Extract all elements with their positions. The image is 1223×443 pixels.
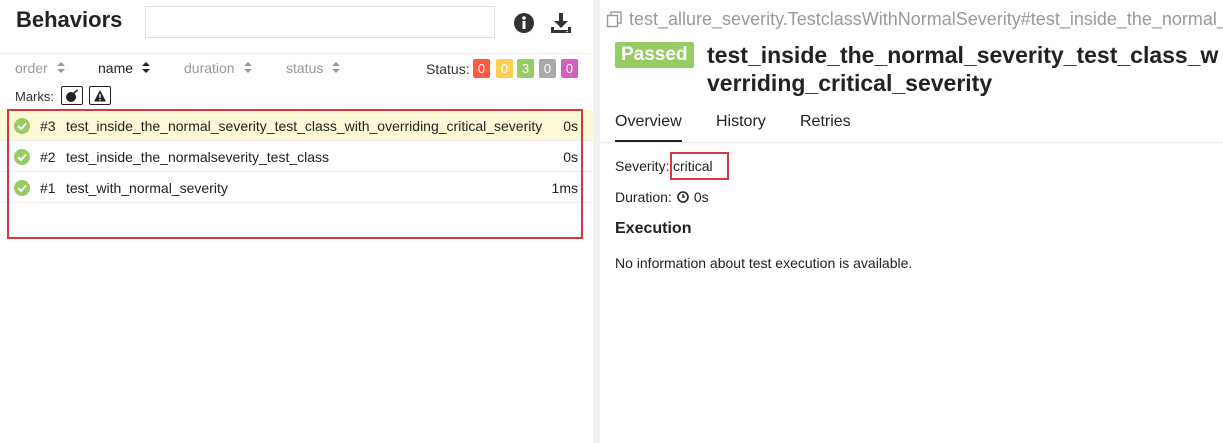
marks-label: Marks: — [15, 89, 54, 104]
test-title: test_inside_the_normal_severity_test_cla… — [707, 41, 1223, 97]
execution-heading: Execution — [615, 220, 692, 237]
duration-row: Duration: 0s — [615, 189, 709, 205]
behaviors-header: Behaviors — [0, 0, 593, 52]
sort-duration-button[interactable]: duration — [184, 60, 252, 76]
info-icon[interactable] — [511, 10, 537, 36]
test-title-line2: verriding_critical_severity — [707, 70, 993, 96]
pane-title: Behaviors — [16, 7, 123, 32]
sort-arrows-icon — [56, 62, 65, 74]
status-badge-broken[interactable]: 0 — [496, 59, 513, 78]
execution-message: No information about test execution is a… — [615, 255, 913, 271]
severity-label: Severity: — [615, 158, 670, 174]
sort-status-button[interactable]: status — [286, 60, 341, 76]
tab-retries[interactable]: Retries — [800, 113, 851, 140]
sort-status-label: status — [286, 60, 324, 76]
sort-arrows-icon — [142, 62, 151, 74]
warning-icon[interactable] — [89, 86, 111, 105]
download-icon[interactable] — [548, 10, 574, 36]
sort-name-button[interactable]: name — [98, 60, 151, 76]
tab-history[interactable]: History — [716, 113, 766, 140]
test-number: #1 — [40, 180, 56, 196]
test-duration: 0s — [563, 118, 578, 134]
clock-icon — [677, 191, 689, 203]
search-input[interactable] — [145, 6, 495, 38]
test-name: test_with_normal_severity — [66, 180, 228, 196]
test-list: #3 test_inside_the_normal_severity_test_… — [0, 110, 593, 203]
tab-overview[interactable]: Overview — [615, 113, 682, 142]
passed-check-icon — [14, 149, 30, 165]
passed-check-icon — [14, 118, 30, 134]
test-duration: 0s — [563, 149, 578, 165]
sort-arrows-icon — [243, 62, 252, 74]
duration-label: Duration: — [615, 189, 672, 205]
test-detail-pane: test_allure_severity.TestclassWithNormal… — [600, 0, 1223, 443]
status-badge-unknown[interactable]: 0 — [561, 59, 578, 78]
sort-arrows-icon — [332, 62, 341, 74]
breadcrumb: test_allure_severity.TestclassWithNormal… — [606, 9, 1223, 30]
test-number: #2 — [40, 149, 56, 165]
behaviors-pane: Behaviors order name duration status Sta… — [0, 0, 593, 443]
severity-value: critical — [673, 158, 713, 174]
test-name: test_inside_the_normalseverity_test_clas… — [66, 149, 330, 165]
copy-icon[interactable] — [606, 11, 623, 28]
status-badge-failed[interactable]: 0 — [473, 59, 490, 78]
sort-name-label: name — [98, 60, 134, 76]
status-badge: Passed — [615, 42, 694, 68]
test-number: #3 — [40, 118, 56, 134]
bomb-icon[interactable] — [61, 86, 83, 105]
sort-order-button[interactable]: order — [15, 60, 65, 76]
test-title-line1: test_inside_the_normal_severity_test_cla… — [707, 42, 1219, 68]
status-badge-skipped[interactable]: 0 — [539, 59, 556, 78]
breadcrumb-text: test_allure_severity.TestclassWithNormal… — [629, 9, 1223, 29]
status-badge-passed[interactable]: 3 — [517, 59, 534, 78]
header-divider — [0, 53, 593, 54]
detail-tabs: Overview History Retries — [600, 104, 1223, 143]
test-row[interactable]: #1 test_with_normal_severity 1ms — [0, 172, 593, 203]
test-row[interactable]: #2 test_inside_the_normalseverity_test_c… — [0, 141, 593, 172]
test-duration: 1ms — [551, 180, 578, 196]
pane-splitter[interactable] — [593, 0, 600, 443]
duration-value: 0s — [693, 189, 709, 205]
sort-order-label: order — [15, 60, 48, 76]
passed-check-icon — [14, 180, 30, 196]
test-row[interactable]: #3 test_inside_the_normal_severity_test_… — [0, 110, 593, 141]
status-filter-label: Status: — [426, 61, 470, 77]
test-name: test_inside_the_normal_severity_test_cla… — [66, 118, 543, 134]
sort-duration-label: duration — [184, 60, 235, 76]
